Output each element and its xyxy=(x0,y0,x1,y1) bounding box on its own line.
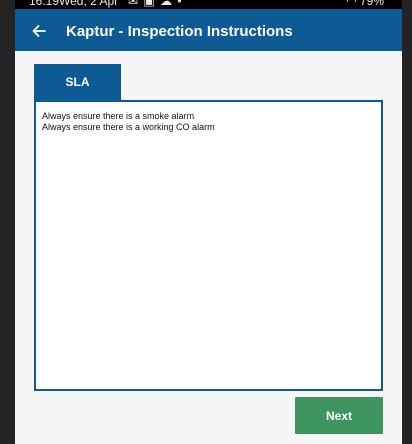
notification-icons: ✉ ▣ ☁ • xyxy=(128,0,183,8)
page-title: Kaptur - Inspection Instructions xyxy=(66,23,293,40)
status-date: Wed, 2 Apr xyxy=(59,0,119,8)
tab-sla[interactable]: SLA xyxy=(34,64,121,100)
device-screen: 16:19 Wed, 2 Apr ✉ ▣ ☁ • ◠ 79% Kaptur - … xyxy=(0,0,412,444)
wifi-icon: ◠ xyxy=(346,0,357,8)
arrow-left-icon xyxy=(32,25,46,37)
battery-level: 79% xyxy=(359,0,384,8)
instruction-line: Always ensure there is a working CO alar… xyxy=(42,122,215,132)
next-button[interactable]: Next xyxy=(295,397,383,434)
app-bar: Kaptur - Inspection Instructions xyxy=(15,9,402,51)
app-window: Kaptur - Inspection Instructions SLA Alw… xyxy=(15,9,402,444)
back-button[interactable] xyxy=(25,17,53,45)
instructions-text-area[interactable]: Always ensure there is a smoke alarm Alw… xyxy=(34,100,383,391)
status-time: 16:19 xyxy=(29,0,60,8)
instruction-line: Always ensure there is a smoke alarm xyxy=(42,111,195,121)
status-bar: 16:19 Wed, 2 Apr ✉ ▣ ☁ • ◠ 79% xyxy=(15,0,402,9)
battery-indicator: ◠ 79% xyxy=(346,0,384,8)
